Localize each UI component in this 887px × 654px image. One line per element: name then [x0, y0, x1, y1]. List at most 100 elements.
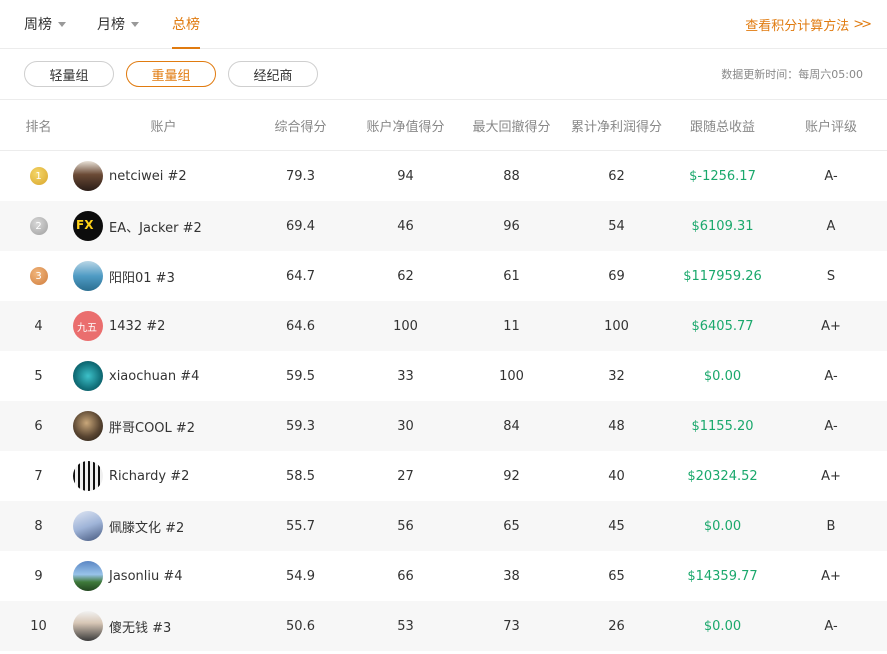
avatar: [73, 561, 103, 591]
tab-weekly[interactable]: 周榜: [24, 0, 66, 48]
avatar-text: 九五: [77, 323, 97, 334]
table-row[interactable]: 5 xiaochuan #4 59.5 33 100 32 $0.00 A-: [0, 351, 887, 401]
account-cell[interactable]: 佩滕文化 #2: [73, 501, 250, 551]
drawdown-cell: 38: [503, 568, 520, 584]
net-profit-cell: 100: [563, 301, 670, 351]
table-row[interactable]: 3 阳阳01 #3 64.7 62 61 69 $117959.26 S: [0, 251, 887, 301]
account-name: EA、Jacker #2: [109, 220, 202, 236]
follow-profit-cell: $0.00: [703, 368, 742, 384]
rank-cell: 3: [0, 251, 77, 301]
net-value-cell: 62: [397, 268, 414, 284]
score-cell: 59.3: [250, 401, 351, 451]
heavy-group-button[interactable]: 重量组: [126, 61, 216, 87]
net-value-cell: 94: [397, 168, 414, 184]
avatar: [73, 161, 103, 191]
account-cell[interactable]: 傻无钱 #3: [73, 601, 250, 651]
col-header-drawdown: 最大回撤得分: [460, 100, 563, 151]
double-chevron-right-icon: >>: [853, 16, 872, 32]
net-value-cell: 46: [351, 201, 460, 251]
ranking-table: 排名 账户 综合得分 账户净值得分 最大回撤得分 累计净利润得分 跟随总收益 账…: [0, 100, 887, 651]
account-cell[interactable]: 胖哥COOL #2: [73, 401, 250, 451]
net-value-cell: 33: [397, 368, 414, 384]
follow-profit-cell: $0.00: [670, 601, 775, 651]
follow-profit-cell: $6405.77: [670, 301, 775, 351]
net-profit-cell: 32: [608, 368, 625, 384]
rank-cell: 8: [0, 501, 77, 551]
rank-cell: 1: [0, 151, 77, 202]
net-profit-cell: 54: [563, 201, 670, 251]
table-row[interactable]: 8 佩滕文化 #2 55.7 56 65 45 $0.00 B: [0, 501, 887, 551]
score-cell: 54.9: [286, 568, 315, 584]
net-value-cell: 100: [351, 301, 460, 351]
net-profit-cell: 48: [563, 401, 670, 451]
score-calculation-link[interactable]: 查看积分计算方法 >>: [745, 0, 872, 48]
score-cell: 50.6: [250, 601, 351, 651]
table-row[interactable]: 2 FX EA、Jacker #2 69.4 46 96 54 $6109.31 …: [0, 201, 887, 251]
period-tab-bar: 周榜 月榜 总榜 查看积分计算方法 >>: [0, 0, 887, 49]
account-cell[interactable]: xiaochuan #4: [73, 351, 250, 401]
avatar: FX: [73, 211, 103, 241]
rank-cell: 5: [34, 368, 43, 384]
col-header-net-profit: 累计净利润得分: [563, 100, 670, 151]
account-cell[interactable]: Richardy #2: [73, 451, 250, 501]
account-cell[interactable]: Jasonliu #4: [73, 551, 250, 601]
tab-overall[interactable]: 总榜: [172, 0, 200, 49]
table-row[interactable]: 7 Richardy #2 58.5 27 92 40 $20324.52 A+: [0, 451, 887, 501]
score-calculation-label: 查看积分计算方法: [745, 18, 850, 34]
col-header-follow-profit: 跟随总收益: [670, 100, 775, 151]
drawdown-cell: 61: [503, 268, 520, 284]
col-header-net-value: 账户净值得分: [351, 100, 460, 151]
rank-cell: 10: [0, 601, 77, 651]
account-name: 1432 #2: [109, 318, 166, 334]
drawdown-cell: 100: [499, 368, 524, 384]
net-profit-cell: 65: [608, 568, 625, 584]
rank-cell: 9: [34, 568, 43, 584]
rating-cell: A-: [775, 601, 887, 651]
col-header-account: 账户: [77, 100, 250, 151]
net-value-cell: 30: [351, 401, 460, 451]
account-name: netciwei #2: [109, 168, 187, 184]
net-profit-cell: 45: [563, 501, 670, 551]
leaderboard-page: 周榜 月榜 总榜 查看积分计算方法 >> 轻量组 重量组 经纪商 数据更新时间：…: [0, 0, 887, 654]
rating-cell: S: [826, 268, 836, 284]
table-row[interactable]: 4 九五 1432 #2 64.6 100 11 100 $6405.77 A+: [0, 301, 887, 351]
score-cell: 59.5: [286, 368, 315, 384]
avatar-text: FX: [76, 218, 94, 232]
drawdown-cell: 84: [460, 401, 563, 451]
follow-profit-cell: $-1256.17: [689, 168, 756, 184]
avatar: 九五: [73, 311, 103, 341]
table-header-row: 排名 账户 综合得分 账户净值得分 最大回撤得分 累计净利润得分 跟随总收益 账…: [0, 100, 887, 151]
table-row[interactable]: 10 傻无钱 #3 50.6 53 73 26 $0.00 A-: [0, 601, 887, 651]
rating-cell: A+: [821, 468, 841, 484]
silver-medal-icon: 2: [29, 217, 48, 235]
gold-medal-icon: 1: [29, 167, 48, 185]
score-cell: 58.5: [286, 468, 315, 484]
net-profit-cell: 40: [608, 468, 625, 484]
rank-cell: 4: [0, 301, 77, 351]
account-cell[interactable]: 阳阳01 #3: [73, 251, 250, 301]
caret-down-icon: [58, 21, 66, 27]
tab-overall-label: 总榜: [172, 17, 200, 33]
table-row[interactable]: 6 胖哥COOL #2 59.3 30 84 48 $1155.20 A-: [0, 401, 887, 451]
account-cell[interactable]: 九五 1432 #2: [73, 301, 250, 351]
tab-monthly[interactable]: 月榜: [97, 0, 139, 48]
table-row[interactable]: 9 Jasonliu #4 54.9 66 38 65 $14359.77 A+: [0, 551, 887, 601]
rating-cell: B: [775, 501, 887, 551]
rating-cell: A+: [775, 301, 887, 351]
account-cell[interactable]: netciwei #2: [73, 151, 250, 202]
account-cell[interactable]: FX EA、Jacker #2: [73, 201, 250, 251]
score-cell: 55.7: [250, 501, 351, 551]
score-cell: 64.6: [250, 301, 351, 351]
net-value-cell: 66: [397, 568, 414, 584]
tab-monthly-label: 月榜: [97, 17, 125, 33]
col-header-score: 综合得分: [250, 100, 351, 151]
net-profit-cell: 69: [608, 268, 625, 284]
drawdown-cell: 73: [460, 601, 563, 651]
light-group-button[interactable]: 轻量组: [24, 61, 114, 87]
table-row[interactable]: 1 netciwei #2 79.3 94 88 62 $-1256.17 A-: [0, 151, 887, 202]
score-cell: 64.7: [286, 268, 315, 284]
net-profit-cell: 26: [563, 601, 670, 651]
account-name: xiaochuan #4: [109, 368, 200, 384]
net-profit-cell: 62: [608, 168, 625, 184]
broker-group-button[interactable]: 经纪商: [228, 61, 318, 87]
